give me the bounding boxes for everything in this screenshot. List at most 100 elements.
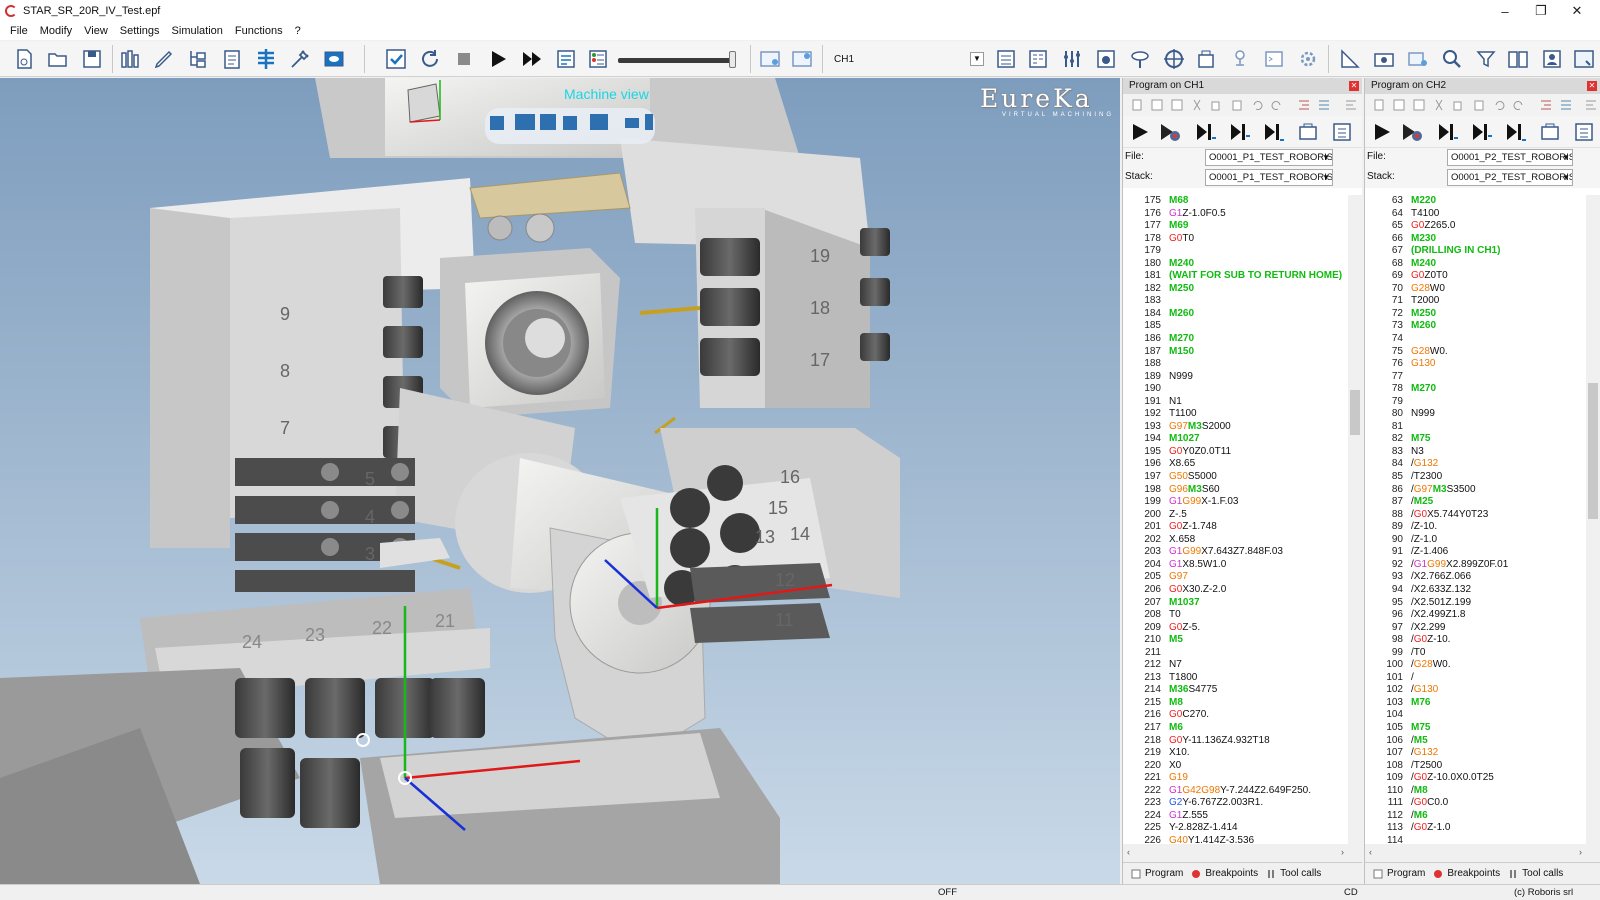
- code-line[interactable]: 63 M220: [1365, 195, 1586, 208]
- code-line[interactable]: 179: [1123, 245, 1348, 258]
- code-line[interactable]: 70 G28W0: [1365, 283, 1586, 296]
- code-line[interactable]: 212 N7: [1123, 659, 1348, 672]
- code-line[interactable]: 219 X10.: [1123, 747, 1348, 760]
- code-line[interactable]: 222 G1G42G98Y-7.244Z2.649F250.: [1123, 785, 1348, 798]
- list-icon[interactable]: [1318, 99, 1330, 111]
- run-icon[interactable]: [1129, 121, 1151, 143]
- code-line[interactable]: 205 G97: [1123, 571, 1348, 584]
- file-select[interactable]: O0001_P1_TEST_ROBORIS ▼: [1205, 149, 1333, 166]
- probe-icon[interactable]: [1128, 47, 1152, 71]
- code-line[interactable]: 69 G0Z0T0: [1365, 270, 1586, 283]
- run-icon[interactable]: [1371, 121, 1393, 143]
- code-line[interactable]: 89/Z-10.: [1365, 521, 1586, 534]
- code-line[interactable]: 194 M1027: [1123, 433, 1348, 446]
- save-icon[interactable]: [80, 47, 104, 71]
- code-line[interactable]: 100/G28W0.: [1365, 659, 1586, 672]
- code-line[interactable]: 190: [1123, 383, 1348, 396]
- scroll-left-icon[interactable]: ‹: [1127, 847, 1130, 857]
- code-line[interactable]: 196 X8.65: [1123, 458, 1348, 471]
- code-line[interactable]: 210 M5: [1123, 634, 1348, 647]
- stock-icon[interactable]: [322, 47, 346, 71]
- menu-view[interactable]: View: [84, 25, 108, 37]
- collision-icon[interactable]: [1194, 47, 1218, 71]
- code-line[interactable]: 108/T2500: [1365, 760, 1586, 773]
- menu-modify[interactable]: Modify: [40, 25, 72, 37]
- code-line[interactable]: 186 M270: [1123, 333, 1348, 346]
- tab-breakpoints[interactable]: Breakpoints: [1433, 868, 1500, 879]
- section-view-icon[interactable]: [1406, 47, 1430, 71]
- step-over-icon[interactable]: [1263, 121, 1285, 143]
- code-line[interactable]: 94/X2.633Z.132: [1365, 584, 1586, 597]
- target-icon[interactable]: [1162, 47, 1186, 71]
- edit-pencil-icon[interactable]: [152, 47, 176, 71]
- paste-icon[interactable]: [1473, 99, 1485, 111]
- code-line[interactable]: 95/X2.501Z.199: [1365, 597, 1586, 610]
- close-button[interactable]: ✕: [1554, 0, 1600, 22]
- code-editor[interactable]: 175 M68 176 G1Z-1.0F0.5 177 M69 178 G0T0 179 180 M…: [1123, 195, 1348, 844]
- code-line[interactable]: 83 N3: [1365, 446, 1586, 459]
- reset-icon[interactable]: [418, 47, 442, 71]
- vertical-scrollbar[interactable]: [1586, 195, 1600, 844]
- code-line[interactable]: 193 G97M3S2000: [1123, 421, 1348, 434]
- code-line[interactable]: 81: [1365, 421, 1586, 434]
- close-icon[interactable]: ✕: [1349, 81, 1359, 91]
- machine-library-icon[interactable]: [118, 47, 142, 71]
- code-line[interactable]: 97/X2.299: [1365, 622, 1586, 635]
- run-to-cursor-icon[interactable]: [1159, 121, 1181, 143]
- channel-dropdown-icon[interactable]: ▼: [970, 52, 984, 66]
- code-line[interactable]: 216 G0C270.: [1123, 709, 1348, 722]
- scroll-right-icon[interactable]: ›: [1579, 847, 1582, 857]
- settings-gear-icon[interactable]: [1296, 47, 1320, 71]
- save-icon[interactable]: [1151, 99, 1163, 111]
- code-line[interactable]: 101 /: [1365, 672, 1586, 685]
- code-line[interactable]: 184 M260: [1123, 308, 1348, 321]
- code-line[interactable]: 221 G19: [1123, 772, 1348, 785]
- single-block-icon[interactable]: [1297, 121, 1319, 143]
- code-line[interactable]: 88/G0X5.744Y0T23: [1365, 509, 1586, 522]
- horizontal-scrollbar[interactable]: ‹ ›: [1365, 844, 1600, 862]
- check-icon[interactable]: [384, 47, 408, 71]
- new-project-icon[interactable]: [12, 47, 36, 71]
- code-line[interactable]: 86/G97M3S3500: [1365, 484, 1586, 497]
- menu-functions[interactable]: Functions: [235, 25, 283, 37]
- horizontal-scrollbar[interactable]: ‹ ›: [1123, 844, 1362, 862]
- code-line[interactable]: 198 G96M3S60: [1123, 484, 1348, 497]
- code-line[interactable]: 185: [1123, 320, 1348, 333]
- code-line[interactable]: 181 (WAIT FOR SUB TO RETURN HOME): [1123, 270, 1348, 283]
- user-view-icon[interactable]: [1540, 47, 1564, 71]
- capture-icon[interactable]: [758, 47, 782, 71]
- new-file-icon[interactable]: [1373, 99, 1385, 111]
- code-line[interactable]: 79: [1365, 396, 1586, 409]
- play-icon[interactable]: [486, 47, 510, 71]
- step-into-icon[interactable]: [1229, 121, 1251, 143]
- code-line[interactable]: 197 G50S5000: [1123, 471, 1348, 484]
- code-line[interactable]: 98/G0Z-10.: [1365, 634, 1586, 647]
- machine-3d-viewport[interactable]: 9 8 7 19 18 17 16 15 13 14 5 4 3 12 11 2…: [0, 78, 1120, 884]
- code-line[interactable]: 78 M270: [1365, 383, 1586, 396]
- measure-icon[interactable]: [1338, 47, 1362, 71]
- code-line[interactable]: 208 T0: [1123, 609, 1348, 622]
- redo-icon[interactable]: [1271, 99, 1283, 111]
- save-as-icon[interactable]: [1413, 99, 1425, 111]
- undo-icon[interactable]: [1493, 99, 1505, 111]
- step-into-icon[interactable]: [1471, 121, 1493, 143]
- save-as-icon[interactable]: [1171, 99, 1183, 111]
- code-line[interactable]: 200 Z-.5: [1123, 509, 1348, 522]
- indent-icon[interactable]: [1298, 99, 1310, 111]
- open-folder-icon[interactable]: [46, 47, 70, 71]
- code-line[interactable]: 223 G2Y-6.767Z2.003R1.: [1123, 797, 1348, 810]
- tool-table-icon[interactable]: [1094, 47, 1118, 71]
- code-line[interactable]: 176 G1Z-1.0F0.5: [1123, 208, 1348, 221]
- scroll-right-icon[interactable]: ›: [1341, 847, 1344, 857]
- code-line[interactable]: 218 G0Y-11.136Z4.932T18: [1123, 735, 1348, 748]
- code-line[interactable]: 91/Z-1.406: [1365, 546, 1586, 559]
- step-over-icon[interactable]: [1505, 121, 1527, 143]
- code-line[interactable]: 180 M240: [1123, 258, 1348, 271]
- code-line[interactable]: 64 T4100: [1365, 208, 1586, 221]
- code-line[interactable]: 204 G1X8.5W1.0: [1123, 559, 1348, 572]
- new-file-icon[interactable]: [1131, 99, 1143, 111]
- stop-icon[interactable]: [452, 47, 476, 71]
- tab-tool-calls[interactable]: Tool calls: [1266, 868, 1321, 879]
- code-line[interactable]: 112/M6: [1365, 810, 1586, 823]
- code-line[interactable]: 226 G40Y1.414Z-3.536: [1123, 835, 1348, 844]
